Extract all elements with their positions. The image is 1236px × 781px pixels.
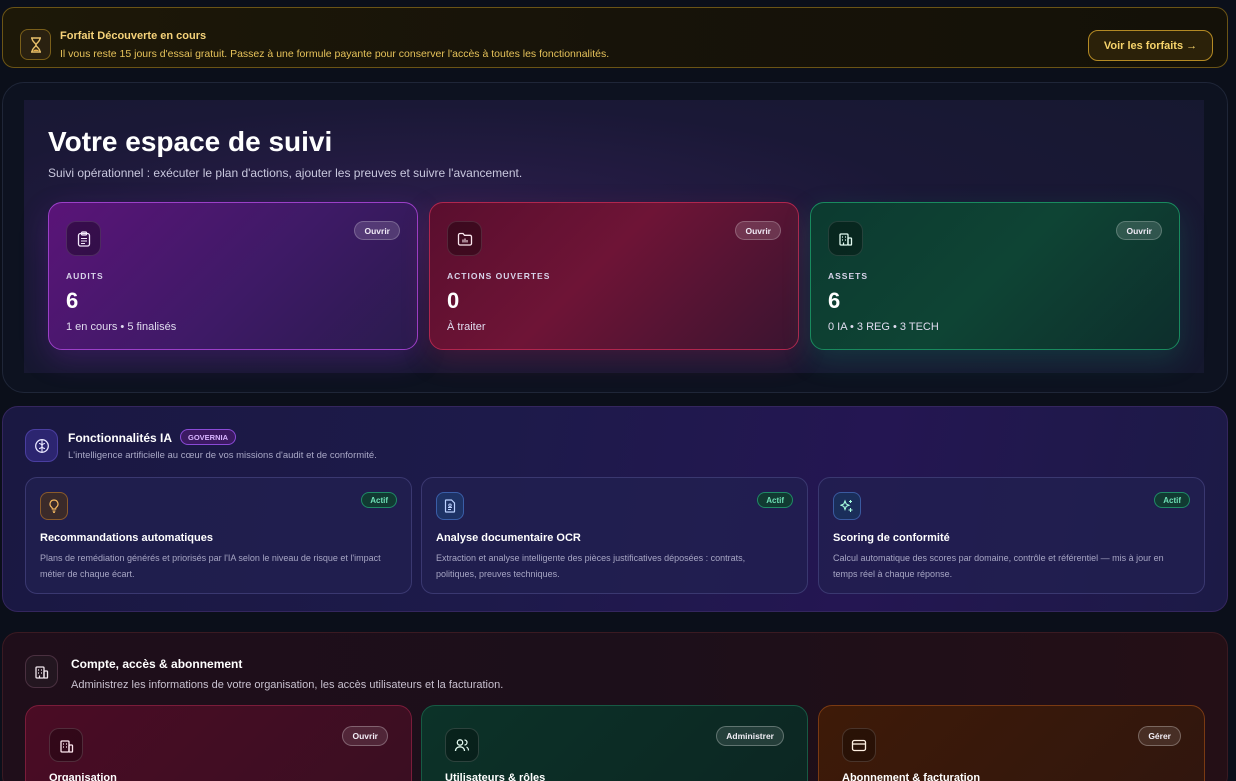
kpi-label: ACTIONS OUVERTES [447,271,551,281]
brand-badge: GOVERNIA [180,429,237,445]
banner-message: Il vous reste 15 jours d'essai gratuit. … [60,48,610,60]
kpi-label: ASSETS [828,271,869,281]
manage-billing-button[interactable]: Gérer [1138,726,1181,746]
brain-icon [25,429,58,462]
feature-title: Recommandations automatiques [40,532,213,544]
kpi-card-actions[interactable]: Ouvrir ACTIONS OUVERTES 0 À traiter [429,202,799,350]
kpi-subtext: À traiter [447,321,486,333]
open-assets-button[interactable]: Ouvrir [1116,221,1162,240]
open-audits-button[interactable]: Ouvrir [354,221,400,240]
card-title: Organisation [49,772,117,781]
credit-card-icon [842,728,876,762]
section-title: Compte, accès & abonnement [71,657,243,671]
feature-title: Analyse documentaire OCR [436,532,581,544]
account-card-users[interactable]: Administrer Utilisateurs & rôles [421,705,808,781]
feature-card-scoring[interactable]: Actif Scoring de conformité Calcul autom… [818,477,1205,594]
status-badge: Actif [1154,492,1190,508]
banner-title: Forfait Découverte en cours [60,30,207,42]
hourglass-icon [20,29,51,60]
feature-description: Plans de remédiation générés et priorisé… [40,553,381,579]
document-icon [436,492,464,520]
trial-banner: Forfait Découverte en cours Il vous rest… [2,7,1228,68]
card-title: Utilisateurs & rôles [445,772,546,781]
users-icon [445,728,479,762]
open-actions-button[interactable]: Ouvrir [735,221,781,240]
feature-description: Calcul automatique des scores par domain… [833,553,1164,579]
section-description: L'intelligence artificielle au cœur de v… [68,450,377,461]
lightbulb-icon [40,492,68,520]
status-badge: Actif [361,492,397,508]
section-description: Administrez les informations de votre or… [71,679,504,691]
kpi-value: 6 [66,288,79,313]
building-icon [25,655,58,688]
feature-card-recommendations[interactable]: Actif Recommandations automatiques Plans… [25,477,412,594]
page-subtitle: Suivi opérationnel : exécuter le plan d'… [48,166,523,180]
view-plans-button[interactable]: Voir les forfaits → [1088,30,1213,61]
kpi-card-assets[interactable]: Ouvrir ASSETS 6 0 IA • 3 REG • 3 TECH [810,202,1180,350]
kpi-value: 6 [828,288,841,313]
open-organisation-button[interactable]: Ouvrir [342,726,388,746]
account-card-billing[interactable]: Gérer Abonnement & facturation [818,705,1205,781]
kpi-card-audits[interactable]: Ouvrir AUDITS 6 1 en cours • 5 finalisés [48,202,418,350]
account-card-organisation[interactable]: Ouvrir Organisation [25,705,412,781]
kpi-subtext: 0 IA • 3 REG • 3 TECH [828,321,939,333]
feature-card-ocr[interactable]: Actif Analyse documentaire OCR Extractio… [421,477,808,594]
feature-description: Extraction et analyse intelligente des p… [436,553,746,579]
status-badge: Actif [757,492,793,508]
clipboard-icon [66,221,101,256]
building-icon [828,221,863,256]
ia-features-section: Fonctionnalités IA GOVERNIA L'intelligen… [2,406,1228,612]
administer-users-button[interactable]: Administrer [716,726,784,746]
kpi-label: AUDITS [66,271,104,281]
building-icon [49,728,83,762]
kpi-value: 0 [447,288,460,313]
feature-title: Scoring de conformité [833,532,950,544]
card-title: Abonnement & facturation [842,772,981,781]
kpi-subtext: 1 en cours • 5 finalisés [66,321,177,333]
sparkles-icon [833,492,861,520]
folder-icon [447,221,482,256]
page-title: Votre espace de suivi [48,126,333,157]
account-section: Compte, accès & abonnement Administrez l… [2,632,1228,781]
section-title: Fonctionnalités IA [68,431,173,445]
